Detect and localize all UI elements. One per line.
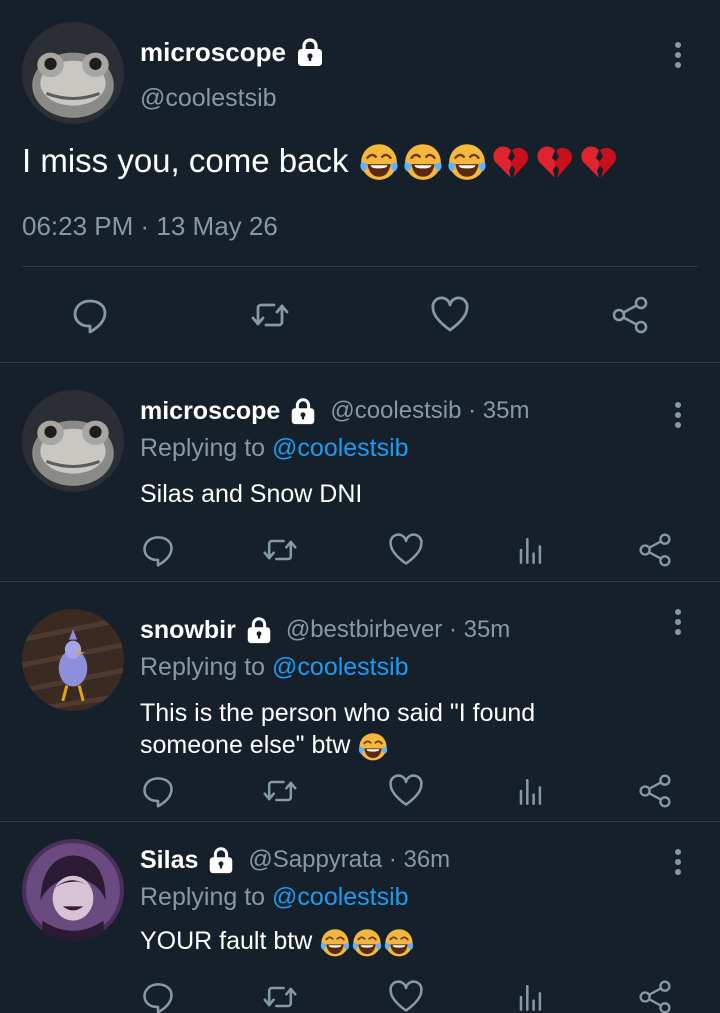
more-options-icon[interactable]	[673, 402, 683, 432]
emoji-row	[358, 140, 620, 182]
reply-icon[interactable]	[140, 532, 176, 568]
like-icon[interactable]	[388, 979, 424, 1013]
replying-to-label: Replying to	[140, 883, 273, 911]
broken-heart-emoji-icon	[534, 140, 576, 182]
share-icon[interactable]	[637, 979, 673, 1013]
reply-text: YOUR fault btw	[140, 925, 660, 958]
analytics-icon[interactable]	[512, 773, 548, 809]
like-icon[interactable]	[388, 773, 424, 809]
reply-icon[interactable]	[140, 979, 176, 1013]
avatar[interactable]	[22, 22, 124, 124]
reply-tweet[interactable]: microscope @coolestsib · 35m Replying to…	[0, 364, 720, 582]
reply-tweet[interactable]: Silas @Sappyrata · 36m Replying to @cool…	[0, 823, 720, 1013]
lock-icon	[206, 845, 236, 875]
author-name-row: microscope	[140, 36, 326, 68]
more-options-icon[interactable]	[673, 849, 683, 879]
reply-header: snowbir @bestbirbever · 35m	[140, 615, 510, 645]
laughing-crying-emoji-icon	[446, 140, 488, 182]
replying-to-mention[interactable]: @coolestsib	[272, 653, 409, 681]
replying-to-label: Replying to	[140, 434, 273, 462]
more-options-icon[interactable]	[673, 42, 683, 72]
avatar[interactable]	[22, 609, 124, 711]
reply-icon[interactable]	[140, 773, 176, 809]
tweet-text-content: I miss you, come back	[22, 142, 349, 179]
share-icon[interactable]	[637, 773, 673, 809]
avatar[interactable]	[22, 390, 124, 492]
reply-header: microscope @coolestsib · 35m	[140, 396, 529, 426]
reply-text: This is the person who said "I found som…	[140, 697, 660, 762]
lock-icon	[294, 36, 326, 68]
laughing-crying-emoji-icon	[402, 140, 444, 182]
reply-text: Silas and Snow DNI	[140, 478, 660, 510]
share-icon[interactable]	[637, 532, 673, 568]
replying-to-mention[interactable]: @coolestsib	[272, 883, 409, 911]
tweet-timestamp[interactable]: 06:23 PM · 13 May 26	[22, 211, 278, 242]
reply-icon[interactable]	[70, 295, 110, 335]
replying-to: Replying to @coolestsib	[140, 653, 409, 682]
lock-icon	[288, 396, 318, 426]
anime-avatar-image	[22, 839, 124, 941]
author-name[interactable]: snowbir	[140, 616, 236, 645]
laughing-crying-emoji-icon	[357, 730, 389, 762]
analytics-icon[interactable]	[512, 532, 548, 568]
laughing-crying-emoji-icon	[319, 926, 351, 958]
more-options-icon[interactable]	[673, 609, 683, 639]
analytics-icon[interactable]	[512, 979, 548, 1013]
divider	[22, 266, 698, 267]
author-handle[interactable]: @coolestsib	[140, 84, 277, 113]
reply-text-line: someone else" btw	[140, 731, 351, 759]
replying-to-mention[interactable]: @coolestsib	[272, 434, 409, 462]
like-icon[interactable]	[430, 295, 470, 335]
laughing-crying-emoji-icon	[351, 926, 383, 958]
lock-icon	[244, 615, 274, 645]
author-name[interactable]: microscope	[140, 37, 286, 68]
like-icon[interactable]	[388, 532, 424, 568]
author-name[interactable]: microscope	[140, 397, 280, 426]
reply-tweet[interactable]: snowbir @bestbirbever · 35m Replying to …	[0, 583, 720, 822]
author-handle-time[interactable]: @Sappyrata · 36m	[248, 846, 450, 874]
tweet-thread-screen: microscope @coolestsib I miss you, come …	[0, 0, 720, 1013]
share-icon[interactable]	[610, 295, 650, 335]
author-handle-time[interactable]: @bestbirbever · 35m	[286, 616, 510, 644]
reply-text-line: YOUR fault btw	[140, 927, 313, 955]
replying-to: Replying to @coolestsib	[140, 883, 409, 912]
reply-text-line: Silas and Snow DNI	[140, 480, 363, 508]
retweet-icon[interactable]	[262, 773, 298, 809]
author-handle-time[interactable]: @coolestsib · 35m	[330, 397, 529, 425]
retweet-icon[interactable]	[262, 532, 298, 568]
broken-heart-emoji-icon	[490, 140, 532, 182]
avatar[interactable]	[22, 839, 124, 941]
bird-avatar-image	[22, 609, 124, 711]
retweet-icon[interactable]	[250, 295, 290, 335]
laughing-crying-emoji-icon	[383, 926, 415, 958]
laughing-crying-emoji-icon	[358, 140, 400, 182]
reply-text-line: This is the person who said "I found	[140, 699, 536, 727]
tweet-text: I miss you, come back	[22, 140, 620, 182]
author-name[interactable]: Silas	[140, 846, 198, 875]
retweet-icon[interactable]	[262, 979, 298, 1013]
broken-heart-emoji-icon	[578, 140, 620, 182]
frog-avatar-image	[22, 22, 124, 124]
replying-to: Replying to @coolestsib	[140, 434, 409, 463]
replying-to-label: Replying to	[140, 653, 273, 681]
frog-avatar-image	[22, 390, 124, 492]
main-tweet: microscope @coolestsib I miss you, come …	[0, 0, 720, 363]
reply-header: Silas @Sappyrata · 36m	[140, 845, 450, 875]
